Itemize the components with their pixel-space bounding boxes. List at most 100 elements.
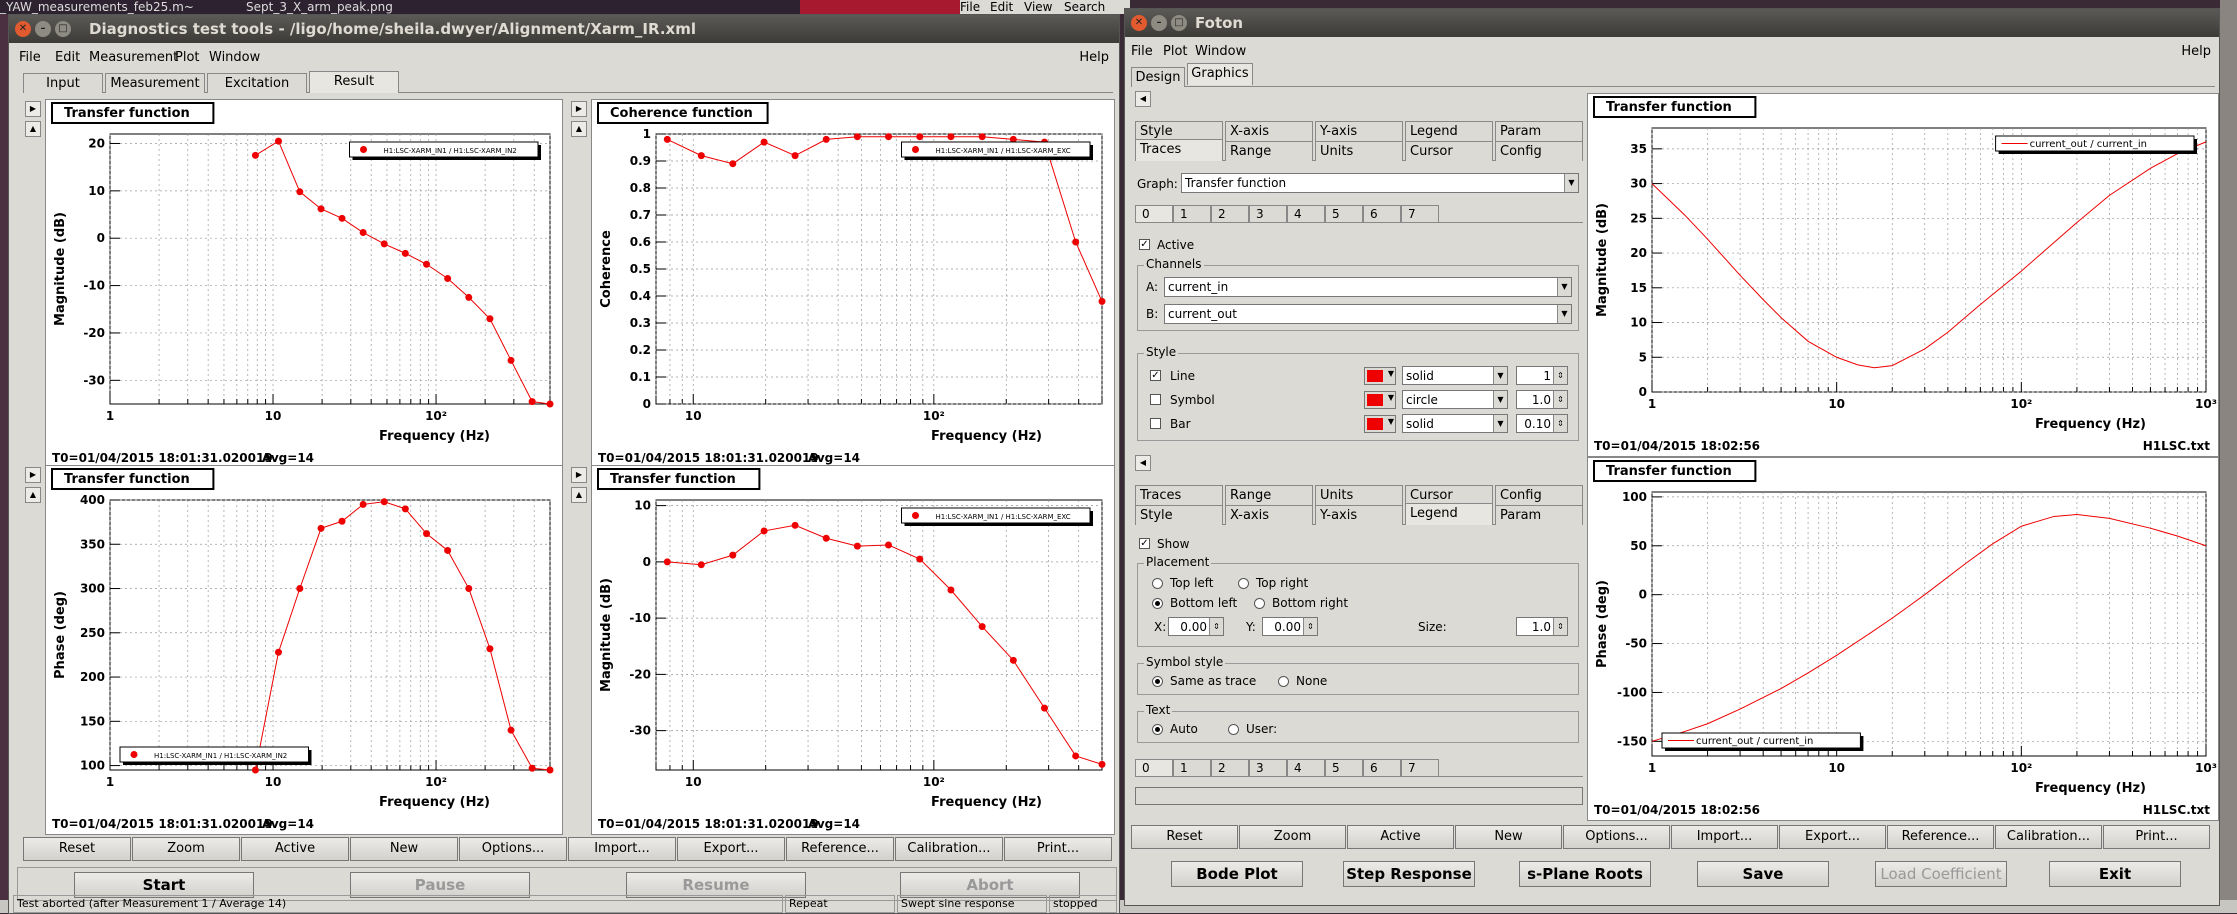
exit-button[interactable]: Exit xyxy=(2049,861,2181,887)
trace-tab-6[interactable]: 6 xyxy=(1363,205,1401,223)
chevron-down-icon[interactable]: ▼ xyxy=(1564,174,1578,192)
tab-x-axis[interactable]: X-axis xyxy=(1225,505,1313,525)
tab-graphics[interactable]: Graphics xyxy=(1187,63,1253,85)
bg-menu-search[interactable]: Search xyxy=(1064,0,1105,14)
symbol-size-spinner[interactable]: 1.0 ⇕ xyxy=(1516,390,1568,409)
active-button[interactable]: Active xyxy=(241,837,349,861)
foton-plot-magnitude[interactable]: Transfer function 1 10 10² 10³ 0 5 10 15 20 25 30 35… xyxy=(1587,93,2219,457)
bg-menu-view[interactable]: View xyxy=(1024,0,1052,14)
bg-menu-edit[interactable]: Edit xyxy=(990,0,1013,14)
foton-titlebar[interactable]: ✕ – □ Foton xyxy=(1125,9,2219,37)
same-as-trace-radio[interactable] xyxy=(1152,676,1163,687)
spinner-arrows-icon[interactable]: ⇕ xyxy=(1553,367,1567,384)
tab-legend[interactable]: Legend xyxy=(1405,121,1493,141)
spinner-arrows-icon[interactable]: ⇕ xyxy=(1303,618,1317,635)
trace-tab-4[interactable]: 4 xyxy=(1287,205,1325,223)
zoom-button[interactable]: Zoom xyxy=(1239,825,1346,849)
user-radio[interactable] xyxy=(1228,724,1239,735)
menu-help[interactable]: Help xyxy=(2181,44,2211,59)
line-type-select[interactable]: solid ▼ xyxy=(1402,366,1508,385)
active-button[interactable]: Active xyxy=(1347,825,1454,849)
calibration-button[interactable]: Calibration... xyxy=(1995,825,2102,849)
legend-tab-6[interactable]: 6 xyxy=(1363,759,1401,777)
tab-legend[interactable]: Legend xyxy=(1405,503,1493,525)
x-offset-spinner[interactable]: 0.00 ⇕ xyxy=(1168,617,1224,636)
symbol-checkbox[interactable] xyxy=(1150,394,1161,405)
new-button[interactable]: New xyxy=(350,837,458,861)
calibration-button[interactable]: Calibration... xyxy=(895,837,1003,861)
export-button[interactable]: Export... xyxy=(1779,825,1886,849)
menu-plot[interactable]: Plot xyxy=(175,50,200,65)
minimize-icon[interactable]: – xyxy=(1151,15,1167,31)
top-left-radio[interactable] xyxy=(1152,578,1163,589)
pad-arrow-up-icon[interactable]: ▲ xyxy=(25,487,41,503)
legend-tab-1[interactable]: 1 xyxy=(1173,759,1211,777)
bode-plot-button[interactable]: Bode Plot xyxy=(1171,861,1303,887)
tab-param[interactable]: Param xyxy=(1495,121,1583,141)
top-right-radio[interactable] xyxy=(1238,578,1249,589)
spinner-arrows-icon[interactable]: ⇕ xyxy=(1553,618,1567,635)
trace-tab-7[interactable]: 7 xyxy=(1401,205,1439,223)
tab-design[interactable]: Design xyxy=(1131,67,1185,87)
menu-measurement[interactable]: Measurement xyxy=(89,50,178,65)
channel-a-select[interactable]: current_in ▼ xyxy=(1164,277,1572,297)
bar-color-picker[interactable]: ▼ xyxy=(1364,415,1396,433)
bg-menu-file[interactable]: File xyxy=(960,0,980,14)
tab-config[interactable]: Config xyxy=(1495,141,1583,161)
line-color-picker[interactable]: ▼ xyxy=(1364,367,1396,385)
chevron-down-icon[interactable]: ▼ xyxy=(1493,367,1507,384)
reference-button[interactable]: Reference... xyxy=(786,837,894,861)
tab-cursor[interactable]: Cursor xyxy=(1405,485,1493,505)
line-checkbox[interactable]: ✓ xyxy=(1150,370,1161,381)
spinner-arrows-icon[interactable]: ⇕ xyxy=(1553,415,1567,432)
line-size-spinner[interactable]: 1 ⇕ xyxy=(1516,366,1568,385)
legend-tab-0[interactable]: 0 xyxy=(1135,759,1173,777)
export-button[interactable]: Export... xyxy=(677,837,785,861)
y-offset-spinner[interactable]: 0.00 ⇕ xyxy=(1262,617,1318,636)
legend-tab-5[interactable]: 5 xyxy=(1325,759,1363,777)
zoom-button[interactable]: Zoom xyxy=(132,837,240,861)
tab-range[interactable]: Range xyxy=(1225,141,1313,161)
menu-file[interactable]: File xyxy=(19,50,41,65)
chevron-down-icon[interactable]: ▼ xyxy=(1557,305,1571,323)
reset-button[interactable]: Reset xyxy=(23,837,131,861)
diagnostics-titlebar[interactable]: ✕ – □ Diagnostics test tools - /ligo/hom… xyxy=(9,15,1119,43)
pad-arrow-up-icon[interactable]: ▲ xyxy=(571,121,587,137)
maximize-icon[interactable]: □ xyxy=(1171,15,1187,31)
menu-edit[interactable]: Edit xyxy=(55,50,80,65)
tab-traces[interactable]: Traces xyxy=(1135,485,1223,505)
trace-tab-0[interactable]: 0 xyxy=(1135,205,1173,223)
size-spinner[interactable]: 1.0 ⇕ xyxy=(1516,617,1568,636)
bar-size-spinner[interactable]: 0.10 ⇕ xyxy=(1516,414,1568,433)
pad-arrow-right-icon[interactable]: ▶ xyxy=(25,467,41,483)
tab-units[interactable]: Units xyxy=(1315,141,1403,161)
collapse-arrow-icon[interactable]: ◀ xyxy=(1135,91,1151,107)
chevron-down-icon[interactable]: ▼ xyxy=(1493,415,1507,432)
none-radio[interactable] xyxy=(1278,676,1289,687)
chevron-down-icon[interactable]: ▼ xyxy=(1493,391,1507,408)
options-button[interactable]: Options... xyxy=(1563,825,1670,849)
tab-style[interactable]: Style xyxy=(1135,121,1223,141)
symbol-color-picker[interactable]: ▼ xyxy=(1364,391,1396,409)
tab-measurement[interactable]: Measurement xyxy=(105,73,205,93)
menu-window[interactable]: Window xyxy=(1195,44,1246,59)
plot-panel-magnitude-exc[interactable]: Transfer function 10 10² -30 -20 -10 0 10 Freque… xyxy=(591,465,1115,835)
symbol-type-select[interactable]: circle ▼ xyxy=(1402,390,1508,409)
trace-tab-2[interactable]: 2 xyxy=(1211,205,1249,223)
pad-arrow-up-icon[interactable]: ▲ xyxy=(571,487,587,503)
pad-arrow-right-icon[interactable]: ▶ xyxy=(25,101,41,117)
foton-plot-phase[interactable]: Transfer function 1 10 10² 10³ -150 -100 -50 0 50… xyxy=(1587,457,2219,821)
tab-style[interactable]: Style xyxy=(1135,505,1223,525)
legend-tab-4[interactable]: 4 xyxy=(1287,759,1325,777)
legend-tab-7[interactable]: 7 xyxy=(1401,759,1439,777)
s-plane-roots-button[interactable]: s-Plane Roots xyxy=(1519,861,1651,887)
bar-checkbox[interactable] xyxy=(1150,418,1161,429)
new-button[interactable]: New xyxy=(1455,825,1562,849)
legend-text-input[interactable] xyxy=(1135,787,1583,805)
save-button[interactable]: Save xyxy=(1697,861,1829,887)
import-button[interactable]: Import... xyxy=(568,837,676,861)
tab-range[interactable]: Range xyxy=(1225,485,1313,505)
trace-tab-1[interactable]: 1 xyxy=(1173,205,1211,223)
spinner-arrows-icon[interactable]: ⇕ xyxy=(1209,618,1223,635)
plot-panel-magnitude[interactable]: Transfer function 1 10 10² -30 -20 -10 0 10 20 Fre… xyxy=(45,99,563,469)
